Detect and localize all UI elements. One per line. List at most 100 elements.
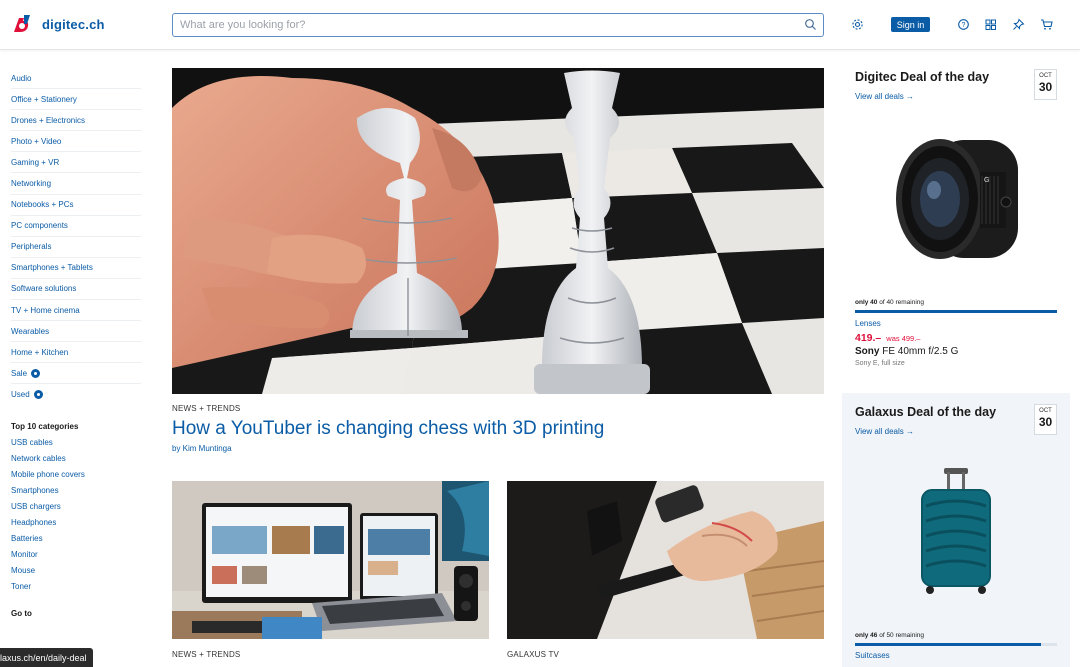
remaining-count: only 40 of 40 remaining bbox=[855, 299, 924, 306]
remaining-progress-fill bbox=[855, 310, 1057, 313]
sidebar-item-label: Wearables bbox=[11, 326, 50, 336]
sidebar-item-wearables[interactable]: Wearables bbox=[11, 321, 141, 343]
sale-badge-icon bbox=[31, 368, 41, 378]
remaining-count-rest: of 50 remaining bbox=[879, 632, 925, 639]
sidebar-item-pc-components[interactable]: PC components bbox=[11, 216, 141, 237]
sidebar-item-drones[interactable]: Drones + Electronics bbox=[11, 110, 141, 132]
sidebar-item-used[interactable]: Used bbox=[11, 384, 141, 405]
search-icon[interactable] bbox=[804, 18, 817, 36]
top10-item[interactable]: Headphones bbox=[11, 515, 141, 531]
product-brand: Sony bbox=[855, 346, 880, 357]
deal-category-link[interactable]: Lenses bbox=[855, 319, 881, 328]
sidebar-item-label: Smartphones + Tablets bbox=[11, 263, 93, 273]
sidebar-item-peripherals[interactable]: Peripherals bbox=[11, 237, 141, 258]
article-card-image[interactable] bbox=[507, 481, 824, 639]
svg-text:?: ? bbox=[962, 22, 966, 29]
sidebar-item-label: Sale bbox=[11, 368, 28, 378]
card-kicker: GALAXUS TV bbox=[507, 650, 560, 659]
hero-title[interactable]: How a YouTuber is changing chess with 3D… bbox=[172, 418, 604, 440]
sidebar-item-gaming[interactable]: Gaming + VR bbox=[11, 152, 141, 174]
sidebar-item-label: Peripherals bbox=[11, 242, 52, 252]
galaxus-deal-card[interactable]: Galaxus Deal of the day View all deals →… bbox=[842, 393, 1070, 667]
status-url-tooltip: laxus.ch/en/daily-deal bbox=[0, 648, 93, 667]
sidebar-item-tv[interactable]: TV + Home cinema bbox=[11, 300, 141, 322]
hero-image[interactable] bbox=[172, 68, 824, 394]
date-month: OCT bbox=[1039, 408, 1052, 414]
date-day: 30 bbox=[1038, 80, 1053, 94]
view-all-deals-label: View all deals bbox=[855, 427, 904, 436]
deal-title: Galaxus Deal of the day bbox=[855, 405, 997, 419]
camera-lens-image[interactable]: G bbox=[894, 132, 1018, 267]
date-day: 30 bbox=[1038, 415, 1053, 429]
sidebar-item-label: Used bbox=[11, 390, 30, 400]
category-sidebar: Audio Office + Stationery Drones + Elect… bbox=[11, 68, 141, 622]
search-input[interactable] bbox=[173, 14, 773, 36]
article-card-image[interactable] bbox=[172, 481, 489, 639]
sidebar-item-label: Photo + Video bbox=[11, 136, 62, 146]
sidebar-item-sale[interactable]: Sale bbox=[11, 363, 141, 385]
card-kicker: NEWS + TRENDS bbox=[172, 650, 241, 659]
top10-item[interactable]: Smartphones bbox=[11, 483, 141, 499]
sign-in-button[interactable]: Sign in bbox=[891, 17, 930, 32]
sidebar-item-label: Drones + Electronics bbox=[11, 115, 86, 125]
digitec-deal-card[interactable]: Digitec Deal of the day View all deals →… bbox=[842, 58, 1070, 376]
settings-icon[interactable] bbox=[851, 18, 865, 32]
sidebar-item-label: Office + Stationery bbox=[11, 94, 77, 104]
remaining-progress-bar bbox=[855, 643, 1057, 646]
top10-item[interactable]: USB chargers bbox=[11, 499, 141, 515]
top10-item[interactable]: Network cables bbox=[11, 451, 141, 467]
product-model: FE 40mm f/2.5 G bbox=[882, 346, 959, 357]
sidebar-item-label: Audio bbox=[11, 73, 32, 83]
cart-icon[interactable] bbox=[1040, 18, 1054, 32]
sidebar-item-label: Home + Kitchen bbox=[11, 347, 69, 357]
search-bar[interactable] bbox=[172, 13, 824, 37]
top10-item[interactable]: Toner bbox=[11, 579, 141, 595]
remaining-count-value: only 40 bbox=[855, 299, 878, 306]
sidebar-item-home[interactable]: Home + Kitchen bbox=[11, 342, 141, 364]
top10-item[interactable]: Batteries bbox=[11, 531, 141, 547]
compare-icon[interactable] bbox=[984, 18, 998, 32]
remaining-count-rest: of 40 remaining bbox=[879, 299, 925, 306]
top10-item[interactable]: Mouse bbox=[11, 563, 141, 579]
deal-category-link[interactable]: Suitcases bbox=[855, 651, 890, 660]
remaining-progress-fill bbox=[855, 643, 1041, 646]
top10-item[interactable]: Mobile phone covers bbox=[11, 467, 141, 483]
sidebar-item-smartphones[interactable]: Smartphones + Tablets bbox=[11, 258, 141, 279]
view-all-deals-label: View all deals bbox=[855, 92, 904, 101]
suitcase-image[interactable] bbox=[918, 466, 994, 601]
sidebar-item-software[interactable]: Software solutions bbox=[11, 279, 141, 301]
view-all-deals-link[interactable]: View all deals → bbox=[855, 427, 914, 436]
top10-item[interactable]: USB cables bbox=[11, 435, 141, 451]
date-month: OCT bbox=[1039, 73, 1052, 79]
view-all-deals-link[interactable]: View all deals → bbox=[855, 92, 914, 101]
sidebar-item-label: Networking bbox=[11, 179, 52, 189]
deal-title: Digitec Deal of the day bbox=[855, 70, 990, 84]
logo-text: digitec.ch bbox=[42, 16, 105, 32]
arrow-right-icon: → bbox=[906, 427, 915, 436]
sidebar-item-photo[interactable]: Photo + Video bbox=[11, 131, 141, 153]
date-box: OCT 30 bbox=[1034, 69, 1057, 100]
logo[interactable]: digitec.ch bbox=[11, 13, 105, 35]
price-row: 419.– was 499.– bbox=[855, 332, 920, 344]
hero-kicker: NEWS + TRENDS bbox=[172, 404, 241, 413]
deal-price: 419.– bbox=[855, 332, 882, 344]
remaining-count: only 46 of 50 remaining bbox=[855, 632, 924, 639]
date-box: OCT 30 bbox=[1034, 404, 1057, 435]
was-price: was 499.– bbox=[886, 334, 921, 343]
sidebar-item-audio[interactable]: Audio bbox=[11, 68, 141, 90]
pin-icon[interactable] bbox=[1012, 18, 1026, 32]
product-name[interactable]: Sony FE 40mm f/2.5 G bbox=[855, 346, 958, 357]
used-badge-icon bbox=[33, 390, 43, 400]
help-icon[interactable]: ? bbox=[957, 18, 971, 32]
sidebar-item-notebooks[interactable]: Notebooks + PCs bbox=[11, 195, 141, 216]
hero-author[interactable]: by Kim Muntinga bbox=[172, 444, 232, 453]
svg-text:G: G bbox=[984, 177, 989, 184]
sidebar-item-label: Software solutions bbox=[11, 284, 77, 294]
top10-heading: Top 10 categories bbox=[11, 421, 79, 431]
sidebar-item-label: PC components bbox=[11, 221, 68, 231]
remaining-count-value: only 46 bbox=[855, 632, 878, 639]
sidebar-item-networking[interactable]: Networking bbox=[11, 173, 141, 195]
top10-item[interactable]: Monitor bbox=[11, 547, 141, 563]
sidebar-item-office[interactable]: Office + Stationery bbox=[11, 89, 141, 111]
goto-heading: Go to bbox=[11, 608, 32, 618]
